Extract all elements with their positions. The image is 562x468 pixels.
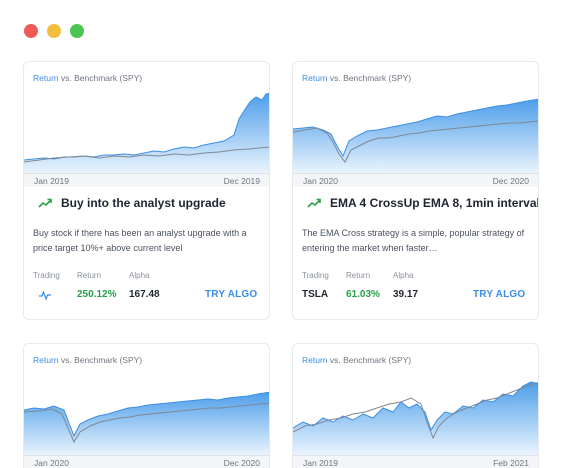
date-end: Feb 2021 <box>493 458 529 468</box>
return-area <box>293 99 538 173</box>
try-algo-button[interactable]: TRY ALGO <box>205 289 257 300</box>
performance-chart <box>293 98 538 173</box>
date-axis: Jan 2019 Dec 2019 <box>24 173 269 187</box>
trending-up-icon <box>38 198 52 208</box>
close-window-button[interactable] <box>24 24 38 38</box>
try-algo-button[interactable]: TRY ALGO <box>473 289 525 300</box>
chart-header: Return vs. Benchmark (SPY) <box>302 355 411 365</box>
ticker-symbol: TSLA <box>302 289 329 300</box>
date-start: Jan 2020 <box>34 458 69 468</box>
return-label: Return <box>346 271 371 280</box>
date-axis: Jan 2020 Dec 2020 <box>293 173 538 187</box>
card-title[interactable]: Buy into the analyst upgrade <box>61 196 226 210</box>
card-title-row: EMA 4 CrossUp EMA 8, 1min interval <box>307 196 538 210</box>
window-controls <box>24 24 84 38</box>
return-legend: Return <box>33 355 59 365</box>
trading-label: Trading <box>302 271 329 280</box>
maximize-window-button[interactable] <box>70 24 84 38</box>
card-title[interactable]: EMA 4 CrossUp EMA 8, 1min interval <box>330 196 538 210</box>
card-title-row: Buy into the analyst upgrade <box>38 196 226 210</box>
benchmark-legend: vs. Benchmark (SPY) <box>58 355 143 365</box>
card-description: Buy stock if there has been an analyst u… <box>33 228 247 253</box>
benchmark-legend: vs. Benchmark (SPY) <box>58 73 143 83</box>
strategy-card[interactable]: Return vs. Benchmark (SPY) Jan 2020 Dec … <box>23 343 270 468</box>
minimize-window-button[interactable] <box>47 24 61 38</box>
return-value: 61.03% <box>346 289 380 300</box>
alpha-label: Alpha <box>393 271 414 280</box>
return-legend: Return <box>33 73 59 83</box>
benchmark-legend: vs. Benchmark (SPY) <box>327 355 412 365</box>
chart-header: Return vs. Benchmark (SPY) <box>33 355 142 365</box>
return-area <box>24 93 269 173</box>
alpha-label: Alpha <box>129 271 150 280</box>
date-start: Jan 2019 <box>34 176 69 186</box>
return-area <box>24 392 269 455</box>
return-legend: Return <box>302 355 328 365</box>
date-end: Dec 2020 <box>492 176 529 186</box>
card-description: The EMA Cross strategy is a simple, popu… <box>302 228 525 253</box>
chart-header: Return vs. Benchmark (SPY) <box>302 73 411 83</box>
strategy-card[interactable]: Return vs. Benchmark (SPY) Jan 2019 Dec … <box>23 61 270 320</box>
performance-chart <box>24 92 269 173</box>
trading-label: Trading <box>33 271 60 280</box>
strategy-card[interactable]: Return vs. Benchmark (SPY) Jan 2020 Dec … <box>292 61 539 320</box>
alpha-value: 39.17 <box>393 289 419 300</box>
performance-chart <box>24 391 269 455</box>
trending-up-icon <box>307 198 321 208</box>
date-end: Dec 2019 <box>223 176 260 186</box>
chart-header: Return vs. Benchmark (SPY) <box>33 73 142 83</box>
date-axis: Jan 2019 Feb 2021 <box>293 455 538 468</box>
return-value: 250.12% <box>77 289 117 300</box>
return-label: Return <box>77 271 102 280</box>
date-end: Dec 2020 <box>223 458 260 468</box>
date-start: Jan 2020 <box>303 176 338 186</box>
strategy-card[interactable]: Return vs. Benchmark (SPY) Jan 2019 Feb … <box>292 343 539 468</box>
date-axis: Jan 2020 Dec 2020 <box>24 455 269 468</box>
activity-icon <box>39 290 51 303</box>
alpha-value: 167.48 <box>129 289 160 300</box>
benchmark-legend: vs. Benchmark (SPY) <box>327 73 412 83</box>
performance-chart <box>293 381 538 455</box>
return-area <box>293 382 538 455</box>
return-legend: Return <box>302 73 328 83</box>
date-start: Jan 2019 <box>303 458 338 468</box>
